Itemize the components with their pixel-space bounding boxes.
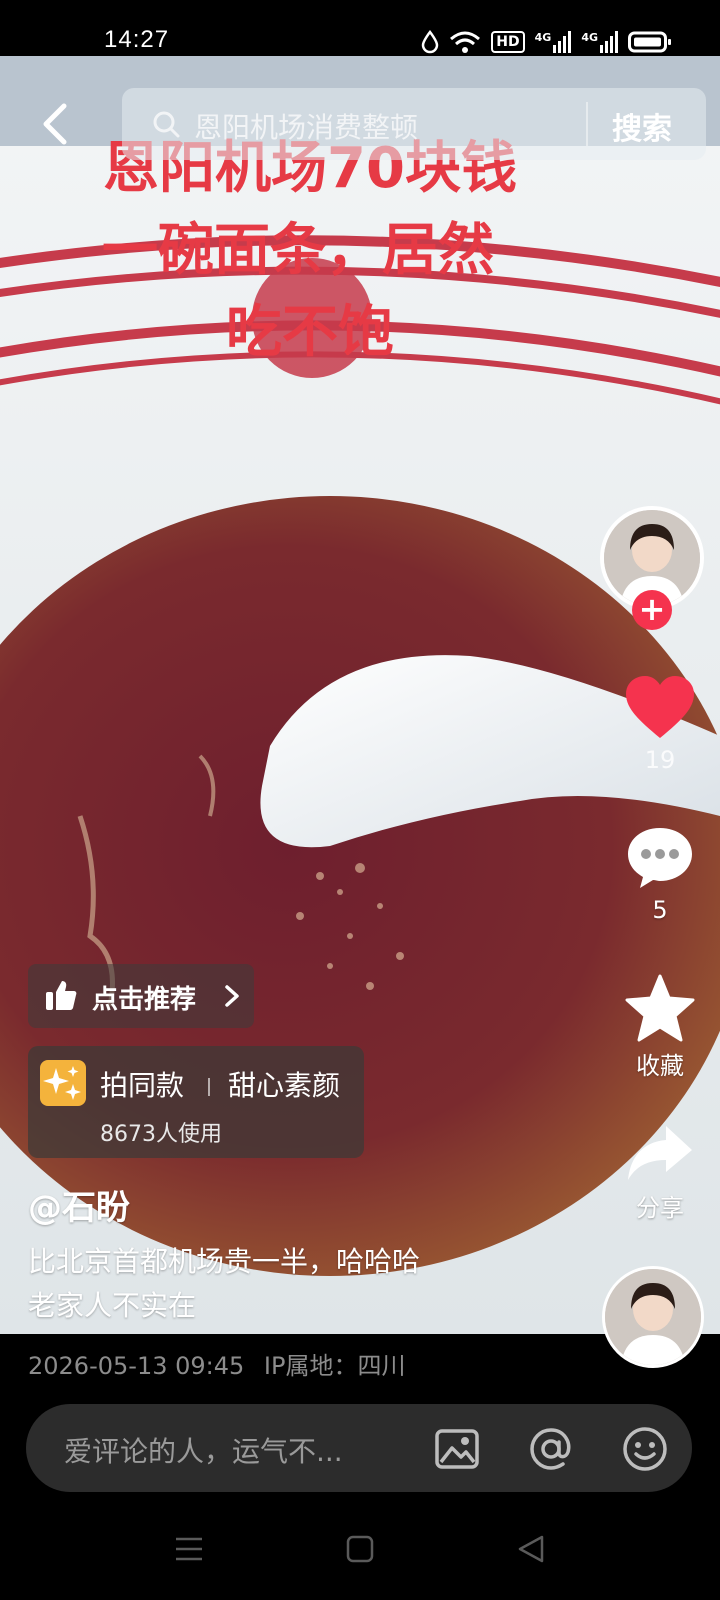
network-type-label: 4G: [534, 31, 552, 44]
author-name[interactable]: @石盼: [28, 1180, 130, 1229]
battery-icon: [628, 31, 671, 53]
effect-title: 拍同款: [100, 1069, 185, 1102]
like-button[interactable]: 19: [600, 674, 720, 774]
hd-icon: HD: [491, 31, 525, 53]
home-square-icon[interactable]: [346, 1534, 374, 1564]
share-arrow-icon: [628, 1126, 692, 1180]
heart-icon: [626, 676, 694, 738]
system-nav-bar: [0, 1510, 720, 1600]
image-icon[interactable]: [432, 1424, 482, 1474]
follow-button[interactable]: +: [632, 590, 672, 630]
recommend-label: 点击推荐: [92, 985, 197, 1015]
post-description: 比北京首都机场贵一半，哈哈哈 老家人不实在: [28, 1240, 420, 1328]
music-avatar[interactable]: [602, 1266, 704, 1368]
search-input[interactable]: 恩阳机场消费整顿: [194, 106, 418, 146]
status-time: 14:27: [104, 26, 170, 53]
status-icons: HD 4G 4G: [421, 30, 672, 54]
description-line: 比北京首都机场贵一半，哈哈哈: [28, 1245, 421, 1278]
sparkle-icon: [40, 1060, 86, 1106]
at-mention-icon[interactable]: [526, 1424, 576, 1474]
share-button[interactable]: 分享: [600, 1122, 720, 1223]
comment-input[interactable]: 爱评论的人，运气不...: [64, 1430, 343, 1470]
water-drop-icon: [422, 30, 439, 54]
chevron-right-icon: [225, 985, 239, 1007]
action-rail: + 19 5 收藏 分享: [600, 0, 720, 1400]
network-type-label: 4G: [581, 31, 598, 44]
status-bar: 14:27 HD 4G 4G: [0, 0, 720, 56]
comment-bar[interactable]: 爱评论的人，运气不...: [26, 1404, 692, 1492]
description-line: 老家人不实在: [28, 1289, 197, 1322]
comment-bubble-icon: [628, 828, 692, 888]
search-divider: [586, 102, 588, 146]
emoji-icon[interactable]: [620, 1424, 670, 1474]
headline-line: 一碗面条，居然: [102, 218, 494, 283]
effect-usage: 8673人使用: [100, 1122, 222, 1147]
effect-divider: [208, 1078, 210, 1096]
effect-card[interactable]: 拍同款 甜心素颜 8673人使用: [28, 1046, 364, 1158]
like-count: 19: [644, 746, 676, 774]
post-meta: 2026-05-13 09:45 IP属地：四川: [28, 1346, 417, 1381]
effect-name: 甜心素颜: [228, 1069, 341, 1102]
search-icon: [153, 111, 180, 138]
back-triangle-icon[interactable]: [516, 1534, 546, 1564]
signal-4g-icon: 4G: [535, 31, 572, 53]
menu-icon[interactable]: [174, 1534, 204, 1564]
back-arrow-icon[interactable]: [36, 100, 76, 148]
thumbs-up-icon: [46, 981, 77, 1010]
recommend-chip[interactable]: 点击推荐: [28, 964, 254, 1028]
ip-location: IP属地：四川: [263, 1352, 406, 1380]
music-avatar-image: [605, 1269, 701, 1365]
signal-4g-icon: 4G: [581, 31, 618, 53]
comment-button[interactable]: 5: [600, 824, 720, 924]
headline-line: 吃不饱: [226, 300, 394, 365]
screen: 14:27 HD 4G 4G 恩阳机场70块钱 一碗面条，居然 吃不饱 恩阳机场…: [0, 0, 720, 1600]
star-icon: [625, 974, 695, 1042]
share-label: 分享: [636, 1194, 684, 1222]
favorite-label: 收藏: [636, 1052, 684, 1080]
post-datetime: 2026-05-13 09:45: [28, 1352, 245, 1380]
comment-count: 5: [652, 896, 668, 924]
wifi-icon: [450, 31, 481, 53]
favorite-button[interactable]: 收藏: [600, 974, 720, 1081]
